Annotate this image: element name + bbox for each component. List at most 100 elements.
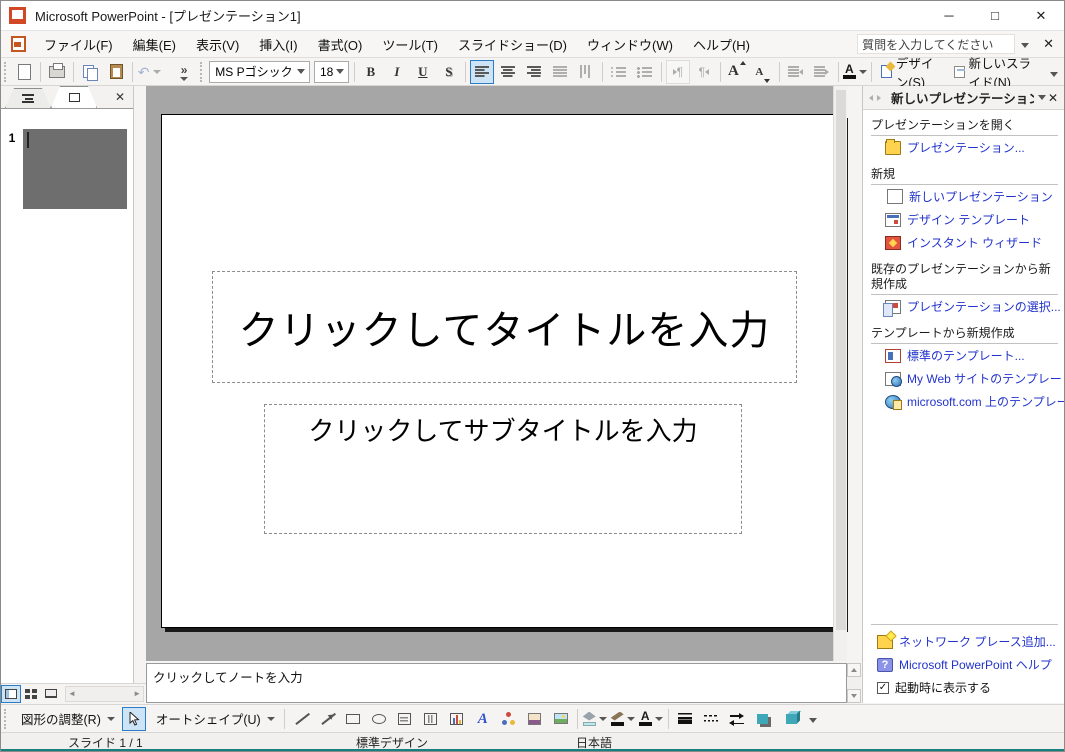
task-pane-link[interactable]: プレゼンテーション... <box>907 139 1025 156</box>
align-center-button[interactable] <box>496 60 520 84</box>
task-pane-forward-icon[interactable] <box>877 95 881 101</box>
menu-item[interactable]: ファイル(F) <box>34 31 123 58</box>
close-document-button[interactable]: ✕ <box>1035 36 1064 52</box>
insert-picture-button[interactable] <box>549 707 573 731</box>
slide-show-button[interactable] <box>41 685 61 703</box>
notes-scrollbar[interactable] <box>847 663 861 703</box>
text-box-button[interactable] <box>393 707 417 731</box>
task-pane-footer-item[interactable]: ネットワーク プレース追加... <box>871 630 1058 653</box>
slide-sorter-view-button[interactable] <box>21 685 41 703</box>
close-button[interactable]: ✕ <box>1018 1 1064 30</box>
menu-item[interactable]: ヘルプ(H) <box>683 31 760 58</box>
font-size-select[interactable]: 18 <box>314 61 349 83</box>
toolbar-grip[interactable] <box>4 62 8 82</box>
copy-button[interactable] <box>78 60 102 84</box>
underline-button[interactable]: U <box>411 60 435 84</box>
normal-view-button[interactable] <box>1 685 21 703</box>
title-placeholder[interactable]: クリックしてタイトルを入力 <box>212 271 797 383</box>
vertical-scrollbar[interactable] <box>833 86 847 661</box>
print-button[interactable] <box>45 60 69 84</box>
drawbar-options-icon[interactable] <box>809 718 817 723</box>
font-name-select[interactable]: MS Pゴシック <box>209 61 310 83</box>
undo-button[interactable]: ↶ <box>137 60 161 84</box>
align-left-button[interactable] <box>470 60 494 84</box>
task-pane-link[interactable]: microsoft.com 上のテンプレート <box>907 393 1065 410</box>
subtitle-placeholder[interactable]: クリックしてサブタイトルを入力 <box>264 404 742 534</box>
task-pane-link[interactable]: 標準のテンプレート... <box>907 347 1025 364</box>
line-tool-button[interactable] <box>289 707 313 731</box>
formatting-options-icon[interactable] <box>1050 72 1058 77</box>
italic-button[interactable]: I <box>385 60 409 84</box>
align-right-button[interactable] <box>522 60 546 84</box>
scroll-left-icon[interactable]: ◄ <box>66 689 78 698</box>
task-pane-item[interactable]: 新しいプレゼンテーション <box>871 185 1058 208</box>
horizontal-scrollbar[interactable]: ◄► <box>65 686 144 702</box>
toolbar-grip[interactable] <box>200 62 204 82</box>
task-pane-item[interactable]: プレゼンテーションの選択... <box>871 295 1058 318</box>
task-pane-footer-item[interactable]: ✓ 起動時に表示する <box>871 676 1058 699</box>
task-pane-item[interactable]: デザイン テンプレート <box>871 208 1058 231</box>
checkbox-label[interactable]: 起動時に表示する <box>895 679 991 696</box>
numbered-list-button[interactable] <box>607 60 631 84</box>
show-at-startup-checkbox[interactable]: ✓ <box>877 682 889 694</box>
text-shadow-button[interactable]: S <box>437 60 461 84</box>
task-pane-menu-icon[interactable] <box>1038 95 1046 100</box>
menu-item[interactable]: 挿入(I) <box>249 31 307 58</box>
task-pane-back-icon[interactable] <box>869 95 873 101</box>
bold-button[interactable]: B <box>359 60 383 84</box>
distribute-button[interactable] <box>548 60 572 84</box>
task-pane-link[interactable]: My Web サイトのテンプレート... <box>907 370 1065 387</box>
scroll-right-icon[interactable]: ► <box>131 689 143 698</box>
maximize-button[interactable]: □ <box>972 1 1018 30</box>
font-color-button[interactable]: A <box>843 60 867 84</box>
vertical-text-box-button[interactable] <box>419 707 443 731</box>
paste-button[interactable] <box>104 60 128 84</box>
arrow-tool-button[interactable] <box>315 707 339 731</box>
slide-design-button[interactable]: デザイン(S) <box>876 60 947 84</box>
shadow-style-button[interactable] <box>751 707 775 731</box>
insert-diagram-button[interactable] <box>497 707 521 731</box>
rtl-direction-button[interactable]: ¶ <box>692 60 716 84</box>
menu-item[interactable]: スライドショー(D) <box>448 31 577 58</box>
task-pane-link[interactable]: ネットワーク プレース追加... <box>899 633 1056 650</box>
task-pane-item[interactable]: microsoft.com 上のテンプレート <box>871 390 1058 413</box>
task-pane-item[interactable]: プレゼンテーション... <box>871 136 1058 159</box>
task-pane-footer-item[interactable]: ?Microsoft PowerPoint ヘルプ <box>871 653 1058 676</box>
menu-item[interactable]: 表示(V) <box>186 31 249 58</box>
draw-font-color-button[interactable]: A <box>638 707 664 731</box>
task-pane-item[interactable]: インスタント ウィザード <box>871 231 1058 254</box>
menu-item[interactable]: ツール(T) <box>372 31 448 58</box>
task-pane-item[interactable]: My Web サイトのテンプレート... <box>871 367 1058 390</box>
close-pane-icon[interactable]: ✕ <box>115 90 125 104</box>
slide-thumbnail[interactable] <box>23 129 127 209</box>
task-pane-item[interactable]: 標準のテンプレート... <box>871 344 1058 367</box>
oval-tool-button[interactable] <box>367 707 391 731</box>
new-slide-button[interactable]: 新しいスライド(N) <box>949 60 1047 84</box>
task-pane-link[interactable]: デザイン テンプレート <box>907 211 1030 228</box>
menu-item[interactable]: ウィンドウ(W) <box>577 31 683 58</box>
select-objects-button[interactable] <box>122 707 146 731</box>
fill-color-button[interactable] <box>582 707 608 731</box>
scrollbar-thumb[interactable] <box>836 90 846 630</box>
notes-scroll-down-button[interactable] <box>847 689 861 703</box>
increase-indent-button[interactable] <box>810 60 834 84</box>
task-pane-close-icon[interactable]: ✕ <box>1046 91 1060 105</box>
bullet-list-button[interactable] <box>633 60 657 84</box>
ask-question-input[interactable]: 質問を入力してください <box>857 34 1015 54</box>
arrow-style-button[interactable] <box>725 707 749 731</box>
task-pane-link[interactable]: インスタント ウィザード <box>907 234 1042 251</box>
insert-chart-button[interactable] <box>445 707 469 731</box>
insert-wordart-button[interactable]: A <box>471 707 495 731</box>
ask-question-dropdown[interactable] <box>1015 37 1035 51</box>
toolbar-grip[interactable] <box>4 709 9 729</box>
task-pane-link[interactable]: Microsoft PowerPoint ヘルプ <box>899 656 1052 673</box>
insert-clipart-button[interactable] <box>523 707 547 731</box>
task-pane-link[interactable]: プレゼンテーションの選択... <box>907 298 1061 315</box>
increase-font-size-button[interactable]: A <box>725 60 749 84</box>
decrease-font-size-button[interactable]: A <box>751 60 775 84</box>
rectangle-tool-button[interactable] <box>341 707 365 731</box>
decrease-indent-button[interactable] <box>784 60 808 84</box>
3d-style-button[interactable] <box>780 707 804 731</box>
tab-slides[interactable] <box>51 86 97 108</box>
vertical-text-button[interactable] <box>574 60 598 84</box>
